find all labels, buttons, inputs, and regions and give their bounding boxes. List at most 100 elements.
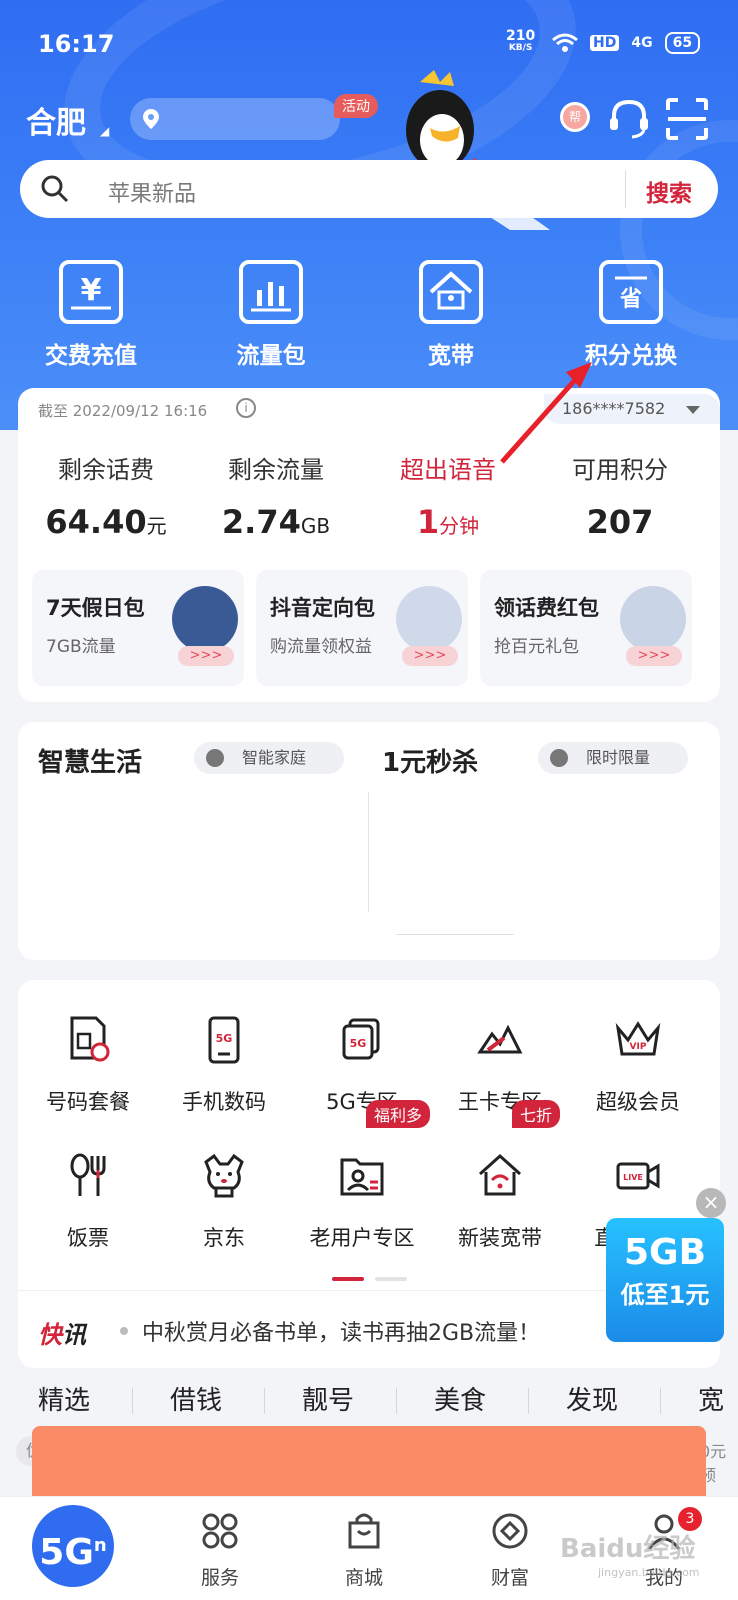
service-meal-ticket[interactable]: 饭票 (18, 1150, 158, 1252)
stat-value: 207 (586, 503, 654, 541)
headset-icon[interactable] (606, 96, 652, 142)
stat-value: 1分钟 (416, 503, 480, 541)
tab-food[interactable]: 美食 (434, 1380, 486, 1417)
promo-subtitle: 7GB流量 (46, 637, 116, 657)
service-label: 新装宽带 (458, 1226, 542, 1250)
coin-diamond-icon (492, 1513, 528, 1549)
nav-mall[interactable]: 商城 (314, 1511, 414, 1590)
promo-douyin-pack[interactable]: 抖音定向包 购流量领权益 >>> (256, 570, 468, 686)
stat-excess-voice[interactable]: 超出语音 1分钟 (360, 450, 536, 541)
quick-action-data[interactable]: 流量包 (196, 260, 346, 370)
svg-text:¥: ¥ (81, 273, 102, 308)
signal-icon: 4G (631, 35, 653, 51)
hd-icon: HD (590, 35, 620, 51)
stat-remaining-fee[interactable]: 剩余话费 64.40元 (18, 450, 194, 541)
service-new-broadband[interactable]: 新装宽带 (430, 1150, 570, 1252)
quick-action-recharge[interactable]: ¥ 交费充值 (16, 260, 166, 370)
status-time: 16:17 (38, 30, 115, 58)
service-label: 老用户专区 (309, 1226, 415, 1250)
page-indicator (332, 1266, 413, 1285)
tab-featured[interactable]: 精选 (38, 1380, 90, 1417)
ad-headline: 5GB (623, 1232, 707, 1273)
nav-services[interactable]: 服务 (170, 1511, 270, 1590)
discount-badge: 七折 (512, 1100, 561, 1128)
service-label: 号码套餐 (46, 1090, 130, 1114)
tab-divider (528, 1388, 529, 1414)
nav-label: 财富 (490, 1567, 529, 1589)
service-label: 京东 (203, 1226, 245, 1250)
promo-title: 领话费红包 (494, 596, 599, 620)
phone-number: 186****7582 (562, 399, 666, 418)
tab-broadband[interactable]: 宽 (698, 1380, 724, 1417)
location-pin-icon (143, 109, 159, 129)
quick-action-label: 交费充值 (45, 343, 137, 369)
smart-home-tag[interactable]: 智能家庭 (194, 742, 344, 774)
quick-action-broadband[interactable]: 宽带 (376, 260, 526, 370)
service-old-user[interactable]: 老用户专区 (292, 1150, 432, 1252)
promo-arrow: >>> (402, 646, 458, 666)
smart-life-title: 智慧生活 (38, 748, 143, 778)
tab-divider (132, 1388, 133, 1414)
search-bar[interactable]: 苹果新品 搜索 (20, 160, 718, 218)
coin-icon[interactable]: 帮 (560, 102, 590, 132)
quick-action-label: 宽带 (428, 343, 474, 369)
flame-icon (550, 749, 568, 767)
search-icon (41, 175, 69, 203)
service-label: 超级会员 (596, 1090, 680, 1114)
news-bullet (120, 1327, 128, 1335)
svg-text:5G: 5G (350, 1037, 367, 1050)
svg-text:VIP: VIP (630, 1042, 647, 1052)
stat-label: 超出语音 (400, 456, 496, 484)
nav-wealth[interactable]: 财富 (460, 1511, 560, 1590)
house-network-icon (419, 260, 483, 324)
quick-action-points[interactable]: 省 积分兑换 (556, 260, 706, 370)
stat-value: 2.74GB (221, 503, 331, 541)
promo-subtitle: 购流量领权益 (270, 637, 372, 657)
promo-arrow: >>> (178, 646, 234, 666)
stat-label: 剩余流量 (228, 456, 324, 484)
search-button[interactable]: 搜索 (646, 174, 692, 208)
caret-down-icon: ◢ (100, 124, 110, 138)
nav-home-5g[interactable]: 5Gn (32, 1505, 114, 1587)
stat-points[interactable]: 可用积分 207 (532, 450, 708, 541)
save-coupon-icon: 省 (599, 260, 663, 324)
card-divider (368, 792, 369, 912)
chevron-down-icon (686, 406, 700, 414)
promo-fee-redpacket[interactable]: 领话费红包 抢百元礼包 >>> (480, 570, 692, 686)
service-jd[interactable]: 京东 (154, 1150, 294, 1252)
info-icon[interactable]: i (236, 398, 256, 418)
stat-remaining-data[interactable]: 剩余流量 2.74GB (188, 450, 364, 541)
service-vip[interactable]: VIP 超级会员 (568, 1014, 708, 1116)
feed-banner[interactable] (32, 1426, 706, 1506)
location-pill[interactable] (130, 98, 340, 140)
service-number-plan[interactable]: 号码套餐 (18, 1014, 158, 1116)
watermark-url: jingyan.baidu.com (598, 1566, 700, 1579)
live-camera-icon: LIVE (616, 1162, 660, 1190)
balance-timestamp: 截至 2022/09/12 16:16 (38, 402, 208, 420)
search-input[interactable]: 苹果新品 (108, 176, 196, 208)
crown-vip-icon: VIP (615, 1021, 661, 1056)
king-card-icon (477, 1024, 523, 1054)
yen-icon: ¥ (59, 260, 123, 324)
5g-icon: 5G (342, 1018, 380, 1060)
promo-holiday-pack[interactable]: 7天假日包 7GB流量 >>> (32, 570, 244, 686)
svg-text:省: 省 (619, 287, 642, 312)
scan-icon[interactable] (664, 96, 710, 142)
net-speed-value: 210 (506, 28, 536, 44)
stat-label: 可用积分 (572, 456, 668, 484)
tab-loan[interactable]: 借钱 (170, 1380, 222, 1417)
limited-tag[interactable]: 限时限量 (538, 742, 688, 774)
promo-arrow: >>> (626, 646, 682, 666)
tab-discover[interactable]: 发现 (566, 1380, 618, 1417)
activity-tag[interactable]: 活动 (334, 94, 378, 118)
promo-thumbnail (396, 586, 462, 652)
quick-action-label: 流量包 (236, 343, 306, 369)
close-icon[interactable]: × (696, 1188, 726, 1218)
tab-lucky-number[interactable]: 靓号 (302, 1380, 354, 1417)
smart-life-card: 智慧生活 智能家庭 1元秒杀 限时限量 (18, 722, 720, 960)
news-logo: 快讯 (38, 1321, 86, 1349)
floating-ad[interactable]: 5GB 低至1元 (606, 1218, 724, 1342)
service-phones[interactable]: 5G 手机数码 (154, 1014, 294, 1116)
city-selector[interactable]: 合肥 (26, 98, 86, 142)
phone-selector[interactable]: 186****7582 (544, 394, 720, 424)
